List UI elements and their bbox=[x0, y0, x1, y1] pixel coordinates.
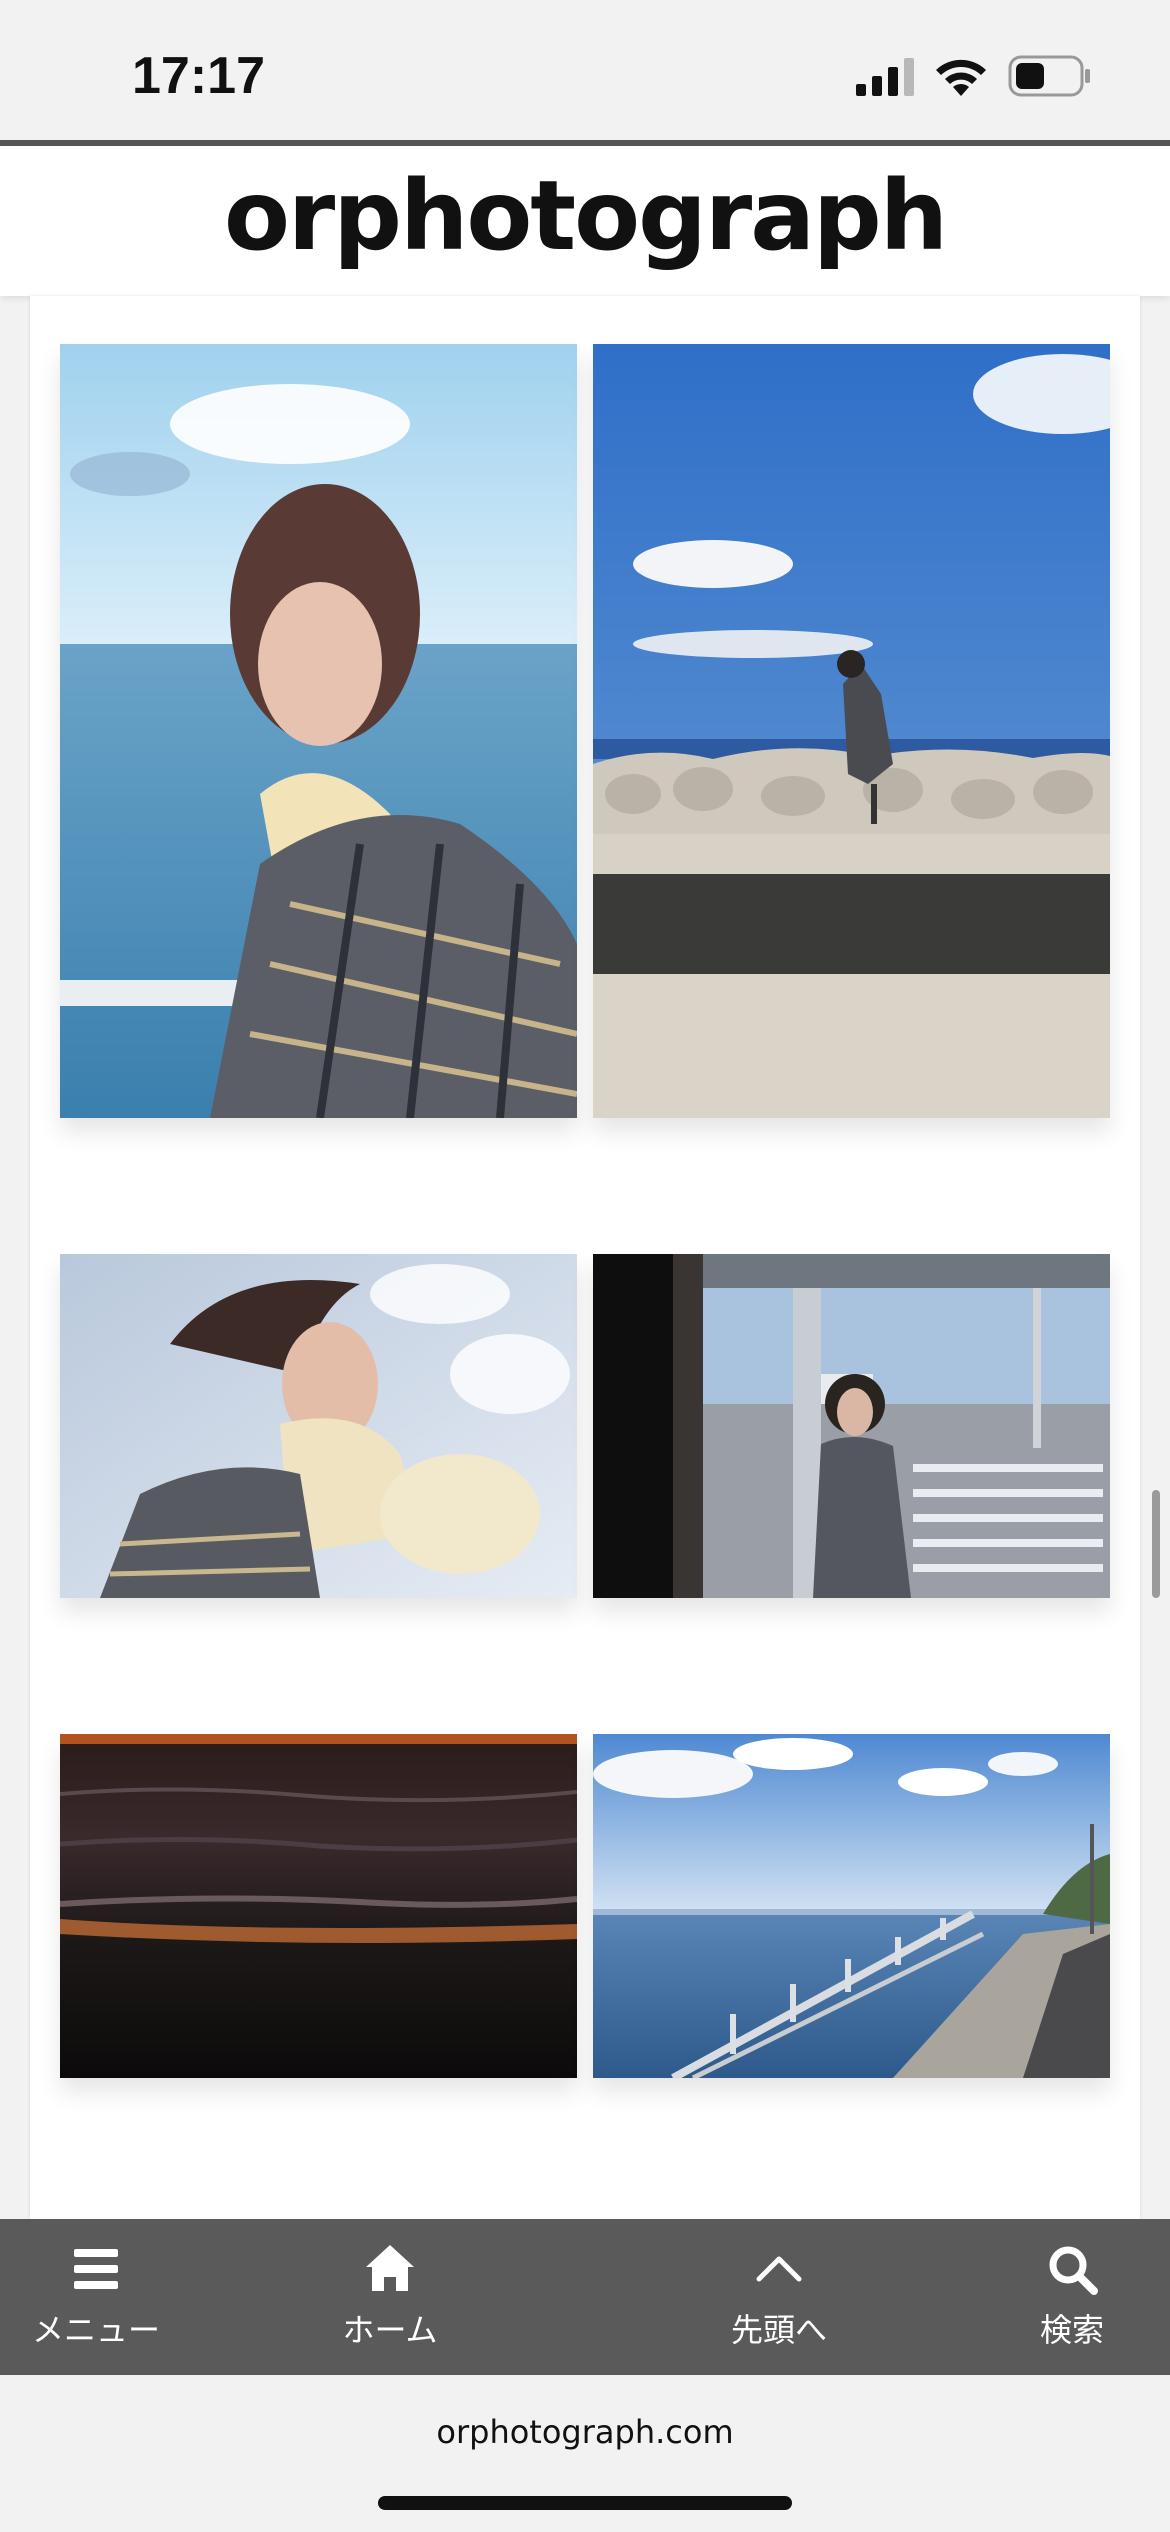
nav-label-home: ホーム bbox=[342, 2311, 438, 2349]
home-icon bbox=[366, 2245, 414, 2291]
photo-woman-on-seawall[interactable] bbox=[593, 344, 1110, 1118]
chevron-up-icon bbox=[756, 2256, 802, 2282]
nav-label-menu: メニュー bbox=[31, 2311, 160, 2349]
hamburger-menu-icon bbox=[74, 2249, 118, 2289]
battery-icon bbox=[1008, 55, 1090, 97]
wifi-icon bbox=[936, 59, 986, 96]
search-icon bbox=[1049, 2246, 1098, 2295]
nav-item-menu[interactable]: メニュー bbox=[0, 2219, 196, 2375]
nav-item-home[interactable]: ホーム bbox=[290, 2219, 490, 2375]
nav-item-search[interactable]: 検索 bbox=[972, 2219, 1170, 2375]
url-text[interactable]: orphotograph.com bbox=[0, 2413, 1170, 2451]
photo-seaside-promenade[interactable] bbox=[593, 1734, 1110, 2078]
scrollbar-thumb[interactable] bbox=[1152, 1490, 1160, 1598]
nav-label-go-to-top: 先頭へ bbox=[730, 2311, 827, 2349]
photo-woman-smiling-by-sea[interactable] bbox=[60, 344, 577, 1118]
photo-woman-at-bus-stop[interactable] bbox=[593, 1254, 1110, 1598]
site-title-logo[interactable]: orphotograph bbox=[0, 160, 1170, 272]
nav-label-search: 検索 bbox=[1039, 2311, 1104, 2349]
home-indicator[interactable] bbox=[378, 2496, 792, 2510]
nav-item-go-to-top[interactable]: 先頭へ bbox=[679, 2219, 879, 2375]
photo-sunset-waves[interactable] bbox=[60, 1734, 577, 2078]
photo-woman-hair-in-wind[interactable] bbox=[60, 1254, 577, 1598]
bottom-nav-bar: メニュー ホーム 先頭へ 検索 bbox=[0, 2219, 1170, 2375]
site-header: orphotograph bbox=[0, 140, 1170, 296]
status-time: 17:17 bbox=[132, 47, 265, 105]
status-bar: 17:17 bbox=[0, 0, 1170, 142]
cellular-signal-icon bbox=[856, 58, 914, 96]
gallery-content bbox=[30, 296, 1140, 2220]
